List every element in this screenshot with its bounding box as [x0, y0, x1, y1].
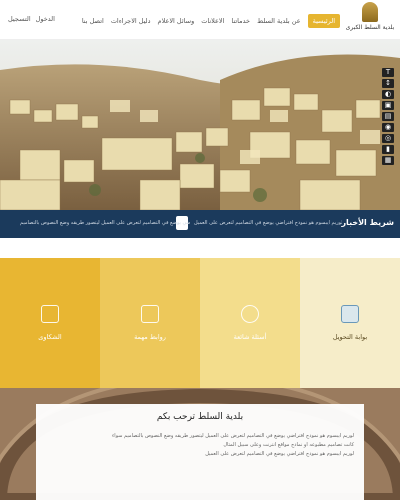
welcome-paragraph-2: كانت تصاميم مطبوعه او نماذج مواقع انترنت… [223, 442, 354, 448]
nav-item-home[interactable]: الرئيسية [307, 14, 340, 28]
welcome-paragraph-1: لوريم ايبسوم هو نموذج افتراضي يوضع في ال… [111, 433, 354, 439]
news-ticker: شريط الأخبار لوريم ايبسوم هو نموذج افترا… [0, 210, 400, 238]
nav-item-about[interactable]: عن بلدية السلط [257, 17, 301, 25]
line-height-icon[interactable]: ↕ [382, 79, 394, 88]
nav-item-media[interactable]: وسائل الاعلام [158, 17, 195, 25]
service-label: أسئلة شائعة [233, 333, 267, 341]
ticker-label: شريط الأخبار [341, 218, 394, 227]
question-icon [241, 305, 259, 323]
welcome-section: بلدية السلط ترحب بكم لوريم ايبسوم هو نمو… [0, 388, 400, 500]
register-link[interactable]: التسجيل [8, 15, 31, 23]
contrast-icon[interactable]: ◐ [382, 90, 394, 99]
keyboard-icon[interactable]: ▦ [382, 156, 394, 165]
service-complaints[interactable]: الشكاوى [0, 258, 100, 388]
auth-links: التسجيل الدخول [8, 15, 55, 23]
ticker-text-2[interactable]: لوريم ايبسوم هو نموذج افتراضي يوضع في ال… [194, 220, 342, 226]
nav-item-services[interactable]: خدماتنا [231, 17, 250, 25]
site-header: بلدية السلط الكبرى الرئيسية عن بلدية الس… [0, 0, 400, 40]
accessibility-toolbar: T ↕ ◐ ▣ ▤ ◉ ◎ ▮ ▦ [382, 68, 396, 165]
logo-emblem-icon [362, 2, 378, 22]
logo-text: بلدية السلط الكبرى [345, 24, 395, 31]
welcome-title: بلدية السلط ترحب بكم [156, 412, 244, 422]
ticker-text-1[interactable]: لوريم ايبسوم هو نموذج افتراضي يوضع في ال… [20, 220, 190, 226]
login-link[interactable]: الدخول [36, 15, 55, 23]
service-transfer-portal[interactable]: بوابة التحويل [300, 258, 400, 388]
eye-icon[interactable]: ◉ [382, 123, 394, 132]
service-label: الشكاوى [38, 333, 62, 341]
nav-item-procedures[interactable]: دليل الاجراءات [111, 17, 151, 25]
welcome-card: بلدية السلط ترحب بكم لوريم ايبسوم هو نمو… [36, 404, 364, 500]
service-links[interactable]: روابط مهمة [100, 258, 200, 388]
document-icon [341, 305, 359, 323]
microphone-icon[interactable]: ▮ [382, 145, 394, 154]
main-nav: الرئيسية عن بلدية السلط خدماتنا الاعلانا… [82, 14, 340, 28]
service-label: روابط مهمة [134, 333, 166, 341]
services-strip: الشكاوى روابط مهمة أسئلة شائعة بوابة الت… [0, 258, 400, 388]
complaint-icon [41, 305, 59, 323]
site-logo[interactable]: بلدية السلط الكبرى [344, 2, 396, 38]
hero-banner: T ↕ ◐ ▣ ▤ ◉ ◎ ▮ ▦ [0, 40, 400, 210]
city-hillside-image [0, 40, 400, 210]
nav-item-announcements[interactable]: الاعلانات [201, 17, 224, 25]
nav-item-contact[interactable]: اتصل بنا [82, 17, 104, 25]
welcome-paragraph-3: لوريم ايبسوم هو نموذج افتراضي يوضع في ال… [205, 451, 354, 457]
picture-icon[interactable]: ▤ [382, 112, 394, 121]
service-label: بوابة التحويل [332, 333, 368, 341]
service-faq[interactable]: أسئلة شائعة [200, 258, 300, 388]
link-icon [141, 305, 159, 323]
image-icon[interactable]: ▣ [382, 101, 394, 110]
grayscale-icon[interactable]: ◎ [382, 134, 394, 143]
text-size-icon[interactable]: T [382, 68, 394, 77]
